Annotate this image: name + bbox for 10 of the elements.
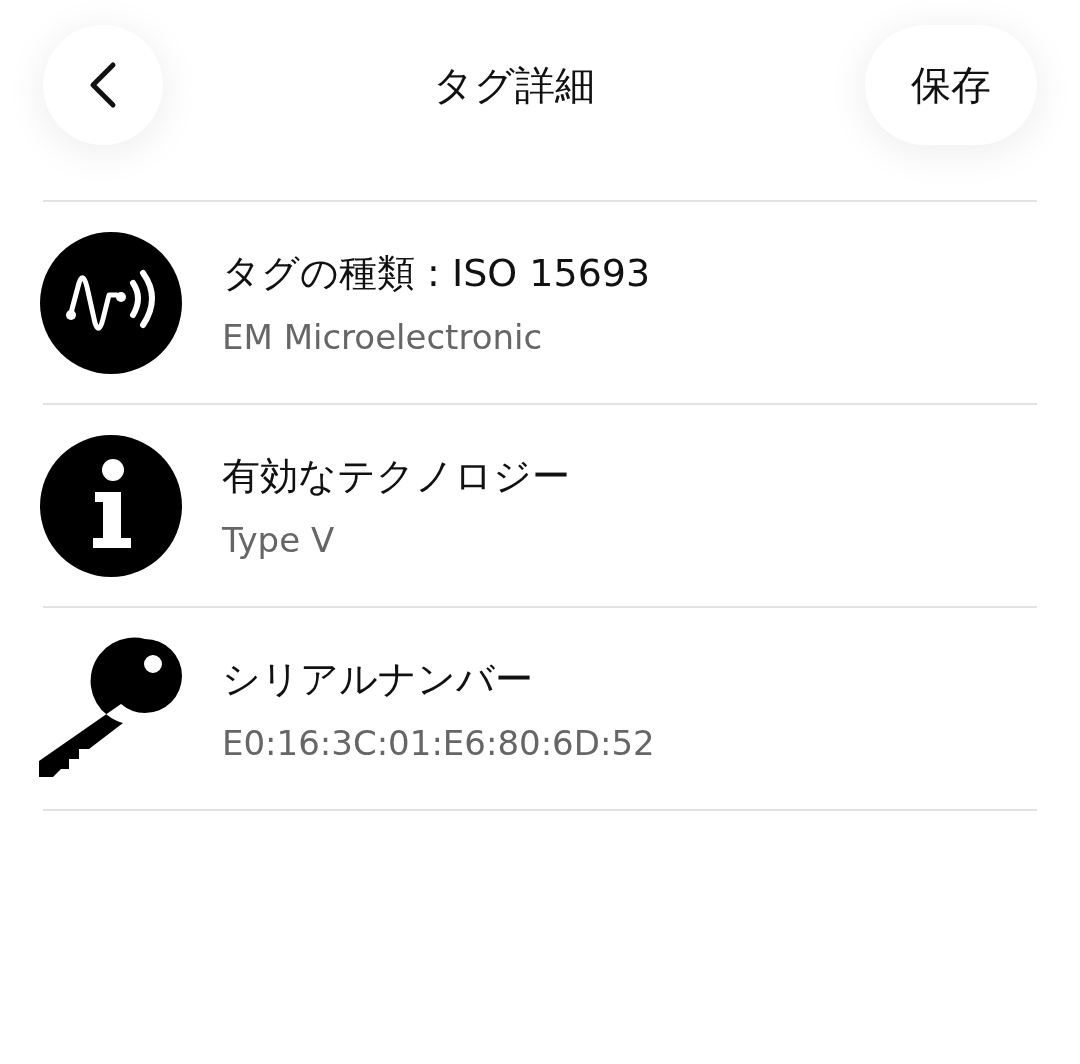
nfc-signal-icon [39, 230, 183, 375]
item-title: タグの種類 : ISO 15693 [222, 250, 651, 297]
item-value: Type V [222, 520, 336, 560]
save-button[interactable]: 保存 [865, 25, 1037, 145]
item-value: E0:16:3C:01:E6:80:6D:52 [222, 723, 655, 763]
item-value: EM Microelectronic [222, 317, 544, 357]
page-title: タグ詳細 [433, 60, 595, 110]
info-icon [39, 433, 183, 578]
item-title: シリアルナンバー [222, 656, 534, 703]
item-title: 有効なテクノロジー [222, 453, 570, 500]
